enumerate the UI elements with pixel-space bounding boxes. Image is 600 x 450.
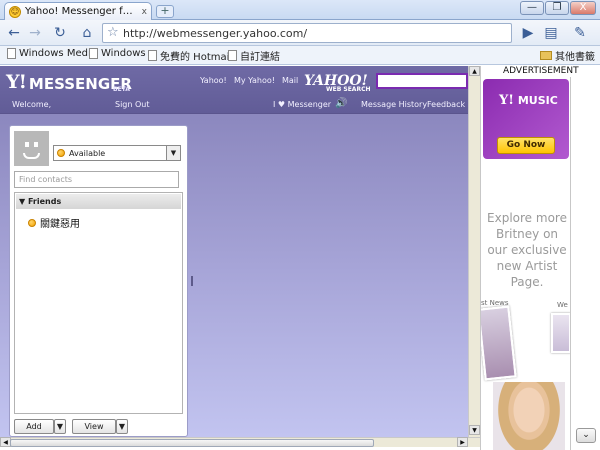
wrench-menu-icon[interactable]: ✎	[570, 23, 590, 43]
view-dropdown-icon[interactable]: ▼	[116, 419, 128, 434]
tab-strip: ☺ Yahoo! Messenger for the ... x + — ❐ X	[0, 0, 600, 20]
scroll-right-icon[interactable]: ▶	[457, 437, 468, 447]
page-icon	[148, 50, 157, 61]
welcome-text: Welcome,	[12, 100, 52, 109]
tab-yahoo-messenger[interactable]: ☺ Yahoo! Messenger for the ... x	[4, 2, 152, 20]
vertical-scrollbar[interactable]: ▲ ▼	[468, 66, 480, 437]
page-icon	[7, 48, 16, 59]
back-arrow-icon[interactable]: ←	[4, 23, 24, 43]
horizontal-scroll-thumb[interactable]	[10, 439, 374, 447]
beta-label: BETA	[113, 86, 130, 93]
artist-photo	[493, 382, 565, 450]
chevron-down-icon[interactable]: ▼	[166, 146, 180, 160]
star-bookmark-icon[interactable]: ☆	[107, 25, 119, 40]
advertisement-column: ADVERTISEMENT Y! MUSIC Go Now Explore mo…	[480, 66, 600, 450]
go-arrow-icon[interactable]: ▶	[518, 23, 538, 43]
contact-name: 關鍵惡用	[40, 219, 80, 230]
horizontal-scrollbar[interactable]: ◀ ▶	[0, 437, 480, 447]
mail-link[interactable]: Mail	[282, 76, 298, 85]
status-label: Available	[69, 148, 106, 158]
other-bookmarks[interactable]: 其他書籤	[540, 48, 595, 63]
page-icon	[89, 48, 98, 59]
bookmark-windows[interactable]: Windows	[89, 48, 146, 59]
sign-out-link[interactable]: Sign Out	[115, 100, 150, 109]
browser-toolbar: ← → ↻ ⌂ ☆ http://webmessenger.yahoo.com/…	[0, 20, 600, 46]
restore-button[interactable]: ❐	[545, 1, 569, 15]
new-tab-button[interactable]: +	[156, 5, 174, 18]
scroll-up-icon[interactable]: ▲	[469, 66, 480, 76]
my-yahoo-link[interactable]: My Yahoo!	[234, 76, 275, 85]
close-window-button[interactable]: X	[570, 1, 596, 15]
available-status-icon	[28, 218, 36, 227]
group-name: Friends	[27, 197, 62, 206]
bookmark-label: 自訂連結	[240, 52, 280, 63]
friends-group-header[interactable]: ▼ Friends	[16, 194, 181, 209]
bookmark-hotmail[interactable]: 免費的 Hotmail	[148, 48, 232, 63]
reload-icon[interactable]: ↻	[50, 23, 70, 43]
add-dropdown-icon[interactable]: ▼	[54, 419, 66, 434]
view-button[interactable]: View	[72, 419, 116, 434]
contacts-panel: Available ▼ Find contacts ▼ Friends 關鍵惡用…	[9, 125, 188, 437]
photo-thumbnail[interactable]	[481, 305, 517, 381]
page-icon	[228, 50, 237, 61]
speaker-icon[interactable]: 🔊	[335, 98, 347, 109]
bookmark-label: 免費的 Hotmail	[160, 52, 233, 63]
music-brand: MUSIC	[517, 94, 558, 107]
address-url: http://webmessenger.yahoo.com/	[123, 26, 308, 40]
music-ad-banner[interactable]: Y! MUSIC Go Now Explore more Britney on …	[481, 77, 571, 450]
yahoo-music-logo: Y! MUSIC	[499, 93, 558, 108]
ad-we-label: We	[557, 301, 568, 309]
other-bookmarks-label: 其他書籤	[555, 52, 595, 63]
tab-title: Yahoo! Messenger for the ...	[25, 6, 138, 17]
minimize-button[interactable]: —	[520, 1, 544, 15]
bookmark-windows-media[interactable]: Windows Media	[7, 48, 97, 59]
bookmark-label: Windows	[101, 48, 146, 59]
i-love-messenger-link[interactable]: I ♥ Messenger	[273, 100, 331, 109]
advertisement-label: ADVERTISEMENT	[503, 66, 579, 76]
status-dropdown[interactable]: Available ▼	[53, 145, 181, 161]
folder-icon	[540, 51, 552, 60]
messenger-header: Y! MESSENGER BETA Yahoo! My Yahoo! Mail …	[0, 66, 468, 114]
bookmark-label: Windows Media	[19, 48, 97, 59]
contact-list: ▼ Friends 關鍵惡用	[14, 192, 183, 414]
bookmarks-bar: Windows Media Windows 免費的 Hotmail 自訂連結 其…	[0, 46, 600, 65]
chevron-down-icon[interactable]: ⌄	[576, 428, 596, 443]
bookmark-custom-links[interactable]: 自訂連結	[228, 48, 280, 63]
add-button[interactable]: Add	[14, 419, 54, 434]
address-bar[interactable]: ☆ http://webmessenger.yahoo.com/	[102, 23, 512, 43]
go-now-button[interactable]: Go Now	[497, 137, 555, 154]
logo-y: Y!	[6, 71, 27, 93]
photo-thumbnail[interactable]	[551, 313, 570, 353]
messenger-page: Y! MESSENGER BETA Yahoo! My Yahoo! Mail …	[0, 66, 468, 437]
yahoo-link[interactable]: Yahoo!	[200, 76, 227, 85]
yahoo-smiley-icon: ☺	[9, 5, 21, 18]
web-search-label: WEB SEARCH	[326, 86, 371, 93]
scroll-down-icon[interactable]: ▼	[469, 425, 480, 435]
avatar[interactable]	[14, 131, 49, 166]
close-tab-icon[interactable]: x	[142, 7, 147, 17]
page-menu-icon[interactable]: ▤	[541, 23, 561, 43]
ad-copy: Explore more Britney on our exclusive ne…	[487, 211, 567, 289]
web-search-input[interactable]	[376, 73, 468, 89]
panel-splitter[interactable]	[191, 276, 193, 286]
forward-arrow-icon[interactable]: →	[25, 23, 45, 43]
message-history-link[interactable]: Message History	[361, 100, 427, 109]
feedback-link[interactable]: Feedback	[427, 100, 465, 109]
collapse-triangle-icon[interactable]: ▼	[19, 197, 25, 206]
find-contacts-input[interactable]: Find contacts	[14, 171, 179, 188]
list-item[interactable]: 關鍵惡用	[28, 215, 80, 230]
ad-header: Y! MUSIC Go Now	[483, 79, 569, 159]
home-icon[interactable]: ⌂	[77, 23, 97, 43]
available-status-icon	[57, 149, 65, 157]
